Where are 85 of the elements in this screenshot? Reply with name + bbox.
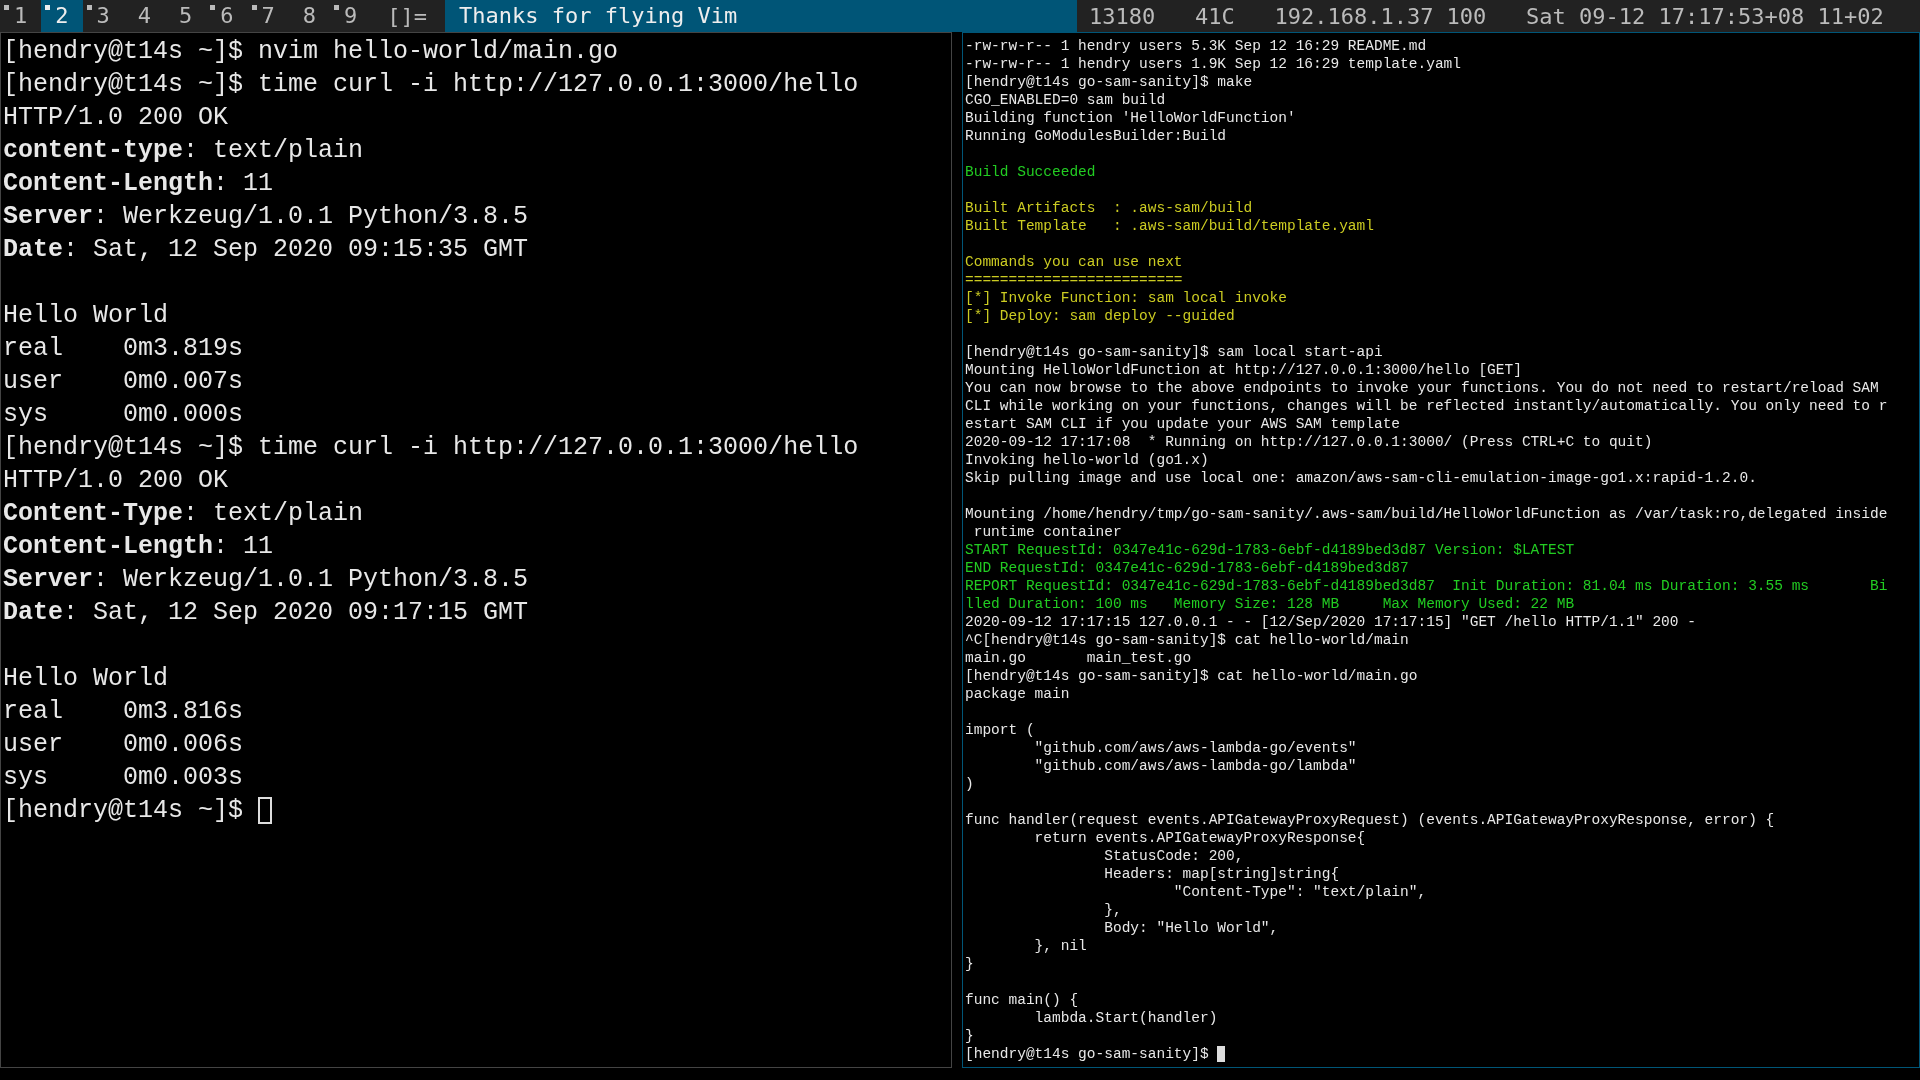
terminal-line: Date: Sat, 12 Sep 2020 09:17:15 GMT bbox=[3, 597, 530, 629]
terminal-line: Content-Length: 11 bbox=[3, 531, 275, 563]
terminal-line: runtime container bbox=[972, 523, 1123, 541]
terminal-line: ========================= bbox=[965, 271, 1184, 289]
shell-prompt: [hendry@t14s ~]$ bbox=[3, 795, 244, 827]
terminal-line: Content-Length: 11 bbox=[3, 168, 275, 200]
terminal-line: "github.com/aws/aws-lambda-go/lambda" bbox=[1033, 757, 1358, 775]
terminal-line: [hendry@t14s ~]$ nvim hello-world/main.go bbox=[3, 36, 620, 68]
terminal-line: Body: "Hello World", bbox=[1103, 919, 1280, 937]
terminal-line: 2020-09-12 17:17:08 * Running on http://127.0.0.1:3000/ (Press CTRL+C to quit) bbox=[965, 433, 1654, 451]
terminal-line: -rw-rw-r-- 1 hendry users 1.9K Sep 12 16:29 template.yaml bbox=[965, 55, 1462, 73]
workspace-tag[interactable]: 6 bbox=[206, 0, 248, 32]
terminal-line: Hello World bbox=[3, 300, 170, 332]
terminal-line: import ( bbox=[965, 721, 1036, 739]
terminal-line: Server: Werkzeug/1.0.1 Python/3.8.5 bbox=[3, 201, 530, 233]
terminal-line: lambda.Start(handler) bbox=[1033, 1009, 1219, 1027]
terminal-line: main.go main_test.go bbox=[965, 649, 1193, 667]
terminal-line: ^C[hendry@t14s go-sam-sanity]$ cat hello-world/main bbox=[965, 631, 1410, 649]
terminal-line: Commands you can use next bbox=[965, 253, 1184, 271]
terminal-line: Hello World bbox=[3, 663, 170, 695]
workspace-tag[interactable]: 9 bbox=[330, 0, 372, 32]
terminal-line: } bbox=[965, 1027, 975, 1045]
terminal-line: -rw-rw-r-- 1 hendry users 5.3K Sep 12 16:29 README.md bbox=[965, 37, 1428, 55]
status-text: 13180 41C 192.168.1.37 100 Sat 09-12 17:17:53+08 11+02 bbox=[1088, 3, 1884, 29]
terminal-line: sys 0m0.000s bbox=[3, 399, 245, 431]
terminal-pane[interactable] bbox=[0, 32, 952, 1068]
terminal-line: Mounting /home/hendry/tmp/go-sam-sanity/.aws-sam/build/HelloWorldFunction as /var/task:ro,delegated inside bbox=[965, 505, 1889, 523]
terminal-line: Built Artifacts : .aws-sam/build bbox=[965, 199, 1254, 217]
terminal-line: [*] Deploy: sam deploy --guided bbox=[965, 307, 1236, 325]
terminal-line: You can now browse to the above endpoints to invoke your functions. You do not need to restart/reload SAM bbox=[965, 379, 1880, 397]
terminal-line: }, nil bbox=[1033, 937, 1088, 955]
terminal-line: HTTP/1.0 200 OK bbox=[3, 465, 230, 497]
terminal-line: func main() { bbox=[965, 991, 1080, 1009]
terminal-line: Building function 'HelloWorldFunction' bbox=[965, 109, 1297, 127]
workspace-tag[interactable]: 2 bbox=[41, 0, 83, 32]
workspace-tag[interactable]: 4 bbox=[123, 0, 165, 32]
terminal-line: }, bbox=[1103, 901, 1123, 919]
window-title: Thanks for flying Vim bbox=[445, 0, 1077, 32]
terminal-line: Skip pulling image and use local one: amazon/aws-sam-cli-emulation-image-go1.x:rapid-1.2.0. bbox=[965, 469, 1758, 487]
terminal-line: START RequestId: 0347e41c-629d-1783-6ebf-d4189bed3d87 Version: $LATEST bbox=[965, 541, 1576, 559]
terminal-line: Server: Werkzeug/1.0.1 Python/3.8.5 bbox=[3, 564, 530, 596]
terminal-line: Built Template : .aws-sam/build/template.yaml bbox=[965, 217, 1375, 235]
terminal-line: HTTP/1.0 200 OK bbox=[3, 102, 230, 134]
layout-indicator[interactable]: []= bbox=[371, 3, 445, 29]
terminal-line: real 0m3.819s bbox=[3, 333, 245, 365]
workspace-tag[interactable]: 8 bbox=[288, 0, 330, 32]
terminal-line: Running GoModulesBuilder:Build bbox=[965, 127, 1228, 145]
terminal-line: CLI while working on your functions, changes will be reflected instantly/automatically. You only need to r bbox=[965, 397, 1889, 415]
terminal-line: user 0m0.007s bbox=[3, 366, 245, 398]
terminal-line: [hendry@t14s go-sam-sanity]$ make bbox=[965, 73, 1254, 91]
terminal-line: package main bbox=[965, 685, 1071, 703]
terminal-line: content-type: text/plain bbox=[3, 135, 365, 167]
workspace-tag[interactable]: 7 bbox=[247, 0, 289, 32]
terminal-line: END RequestId: 0347e41c-629d-1783-6ebf-d4189bed3d87 bbox=[965, 559, 1410, 577]
terminal-line: CGO_ENABLED=0 sam build bbox=[965, 91, 1167, 109]
workspace-tag[interactable]: 5 bbox=[165, 0, 207, 32]
terminal-line: "github.com/aws/aws-lambda-go/events" bbox=[1033, 739, 1358, 757]
terminal-line: REPORT RequestId: 0347e41c-629d-1783-6ebf-d4189bed3d87 Init Duration: 81.04 ms Duration: 3.55 ms Bi bbox=[965, 577, 1889, 595]
terminal-line: ) bbox=[965, 775, 975, 793]
terminal-line: 2020-09-12 17:17:15 127.0.0.1 - - [12/Sep/2020 17:17:15] "GET /hello HTTP/1.1" 200 - bbox=[965, 613, 1697, 631]
terminal-line: Headers: map[string]string{ bbox=[1103, 865, 1341, 883]
terminal-line: [hendry@t14s go-sam-sanity]$ cat hello-world/main.go bbox=[965, 667, 1419, 685]
terminal-line: lled Duration: 100 ms Memory Size: 128 MB Max Memory Used: 22 MB bbox=[965, 595, 1576, 613]
terminal-line: return events.APIGatewayProxyResponse{ bbox=[1033, 829, 1367, 847]
terminal-line: estart SAM CLI if you update your AWS SAM template bbox=[965, 415, 1402, 433]
terminal-pane[interactable] bbox=[962, 32, 1920, 1068]
terminal-line: Mounting HelloWorldFunction at http://127.0.0.1:3000/hello [GET] bbox=[965, 361, 1523, 379]
terminal-line: } bbox=[965, 955, 975, 973]
terminal-line: [hendry@t14s go-sam-sanity]$ sam local start-api bbox=[965, 343, 1384, 361]
terminal-line: StatusCode: 200, bbox=[1103, 847, 1245, 865]
workspace-tag[interactable]: 3 bbox=[82, 0, 124, 32]
terminal-line: Invoking hello-world (go1.x) bbox=[965, 451, 1210, 469]
terminal-line: func handler(request events.APIGatewayProxyRequest) (events.APIGatewayProxyResponse, error) { bbox=[965, 811, 1776, 829]
terminal-line: [*] Invoke Function: sam local invoke bbox=[965, 289, 1288, 307]
terminal-line: real 0m3.816s bbox=[3, 696, 245, 728]
terminal-line: Build Succeeded bbox=[965, 163, 1097, 181]
terminal-line: Content-Type: text/plain bbox=[3, 498, 365, 530]
shell-prompt: [hendry@t14s go-sam-sanity]$ bbox=[965, 1045, 1209, 1063]
terminal-line: [hendry@t14s ~]$ time curl -i http://127.0.0.1:3000/hello bbox=[3, 69, 860, 101]
terminal-line: sys 0m0.003s bbox=[3, 762, 245, 794]
terminal-line: "Content-Type": "text/plain", bbox=[1172, 883, 1428, 901]
terminal-line: user 0m0.006s bbox=[3, 729, 245, 761]
terminal-line: [hendry@t14s ~]$ time curl -i http://127.0.0.1:3000/hello bbox=[3, 432, 860, 464]
workspace-tag[interactable]: 1 bbox=[0, 0, 42, 32]
terminal-line: Date: Sat, 12 Sep 2020 09:15:35 GMT bbox=[3, 234, 530, 266]
